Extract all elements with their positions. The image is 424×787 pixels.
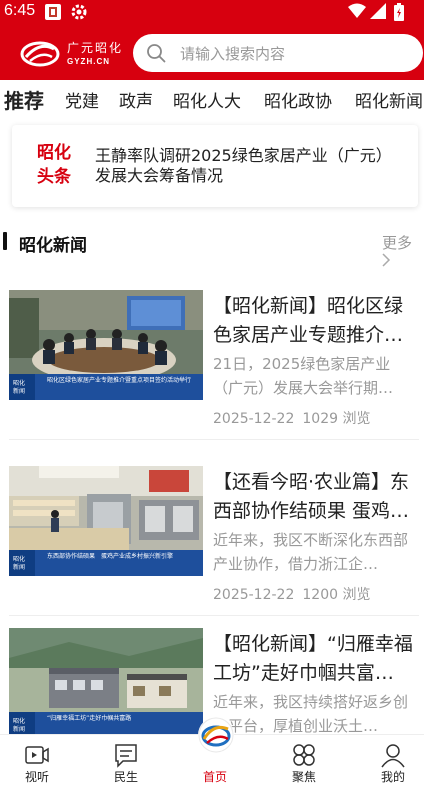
news-summary: 21日，2025绿色家居产业（广元）发展大会举行期… (213, 355, 394, 397)
tab-party-building[interactable]: 党建 (65, 87, 99, 112)
section-accent-bar (3, 232, 7, 250)
nav-label: 首页 (202, 770, 227, 784)
thumbnail-caption: 昭化区绿色家居产业专题推介暨重点项目签约活动举行 (47, 377, 192, 384)
notification-app-icon (44, 3, 62, 25)
news-date: 2025-12-22 (213, 587, 295, 603)
thumb-logo-text: 新闻 (13, 725, 25, 733)
news-views: 1029 浏览 (302, 411, 371, 427)
logo-name: 广元昭化 (67, 41, 124, 55)
nav-home[interactable]: 首页 (185, 717, 245, 787)
nav-livelihood[interactable]: 民生 (96, 735, 156, 787)
logo-domain: GYZH.CN (67, 57, 110, 66)
section-title: 昭化新闻 (19, 236, 87, 256)
tab-zhaohua-cppcc[interactable]: 昭化政协 (264, 87, 332, 112)
thumbnail-caption: “归雁幸福工坊”走好巾帼共富路 (47, 715, 132, 722)
cellular-signal-icon (370, 3, 386, 23)
news-summary: 近年来，我区持续搭好返乡创业平台，厚植创业沃土… (213, 693, 409, 735)
news-meta: 2025-12-22 1029 浏览 (213, 408, 370, 428)
news-title: 【昭化新闻】昭化区绿色家居产业专题推介… (213, 295, 404, 346)
headline-text: 王静率队调研2025绿色家居产业（广元）发展大会筹备情况 (95, 146, 392, 185)
news-date: 2025-12-22 (213, 411, 295, 427)
news-title: 【还看今昭·农业篇】东西部协作结硕果 蛋鸡… (213, 471, 410, 522)
tab-zhaohua-news[interactable]: 昭化新闻 (355, 87, 423, 112)
news-thumbnail-meeting: 昭化 新闻 昭化区绿色家居产业专题推介暨重点项目签约活动举行 (9, 290, 203, 400)
bottom-nav: 视听 民生 首页 聚焦 我的 (0, 717, 424, 787)
headline-badge: 昭化 头条 (37, 141, 73, 189)
news-divider (9, 439, 419, 440)
news-summary: 近年来，我区不断深化东西部产业协作，借力浙江企… (213, 531, 409, 573)
settings-gear-icon (70, 3, 88, 25)
video-icon (25, 746, 49, 764)
nav-focus[interactable]: 聚焦 (274, 735, 334, 787)
nav-label: 民生 (113, 770, 138, 784)
nav-label: 聚焦 (291, 770, 316, 784)
nav-label: 我的 (380, 770, 405, 784)
news-thumbnail-village: 昭化 新闻 “归雁幸福工坊”走好巾帼共富路 (9, 628, 203, 734)
wifi-icon (348, 3, 366, 23)
status-bar: 6:45 (0, 0, 424, 25)
tab-zhaohua-npc[interactable]: 昭化人大 (173, 87, 241, 112)
news-thumbnail-egg-factory: 昭化 新闻 东西部协作结硕果 蛋鸡产业成乡村振兴新引擎 (9, 466, 203, 576)
headline-card[interactable]: 昭化 头条 王静率队调研2025绿色家居产业（广元）发展大会筹备情况 (12, 125, 418, 207)
chat-icon (115, 744, 137, 768)
news-item[interactable]: 昭化 新闻 昭化区绿色家居产业专题推介暨重点项目签约活动举行 【昭化新闻】昭化区… (0, 290, 424, 466)
search-icon (147, 44, 166, 63)
app-header: 广元昭化 GYZH.CN 请输入搜索内容 (0, 25, 424, 80)
thumbnail-caption: 东西部协作结硕果 蛋鸡产业成乡村振兴新引擎 (47, 553, 174, 560)
channel-tabs: 推荐 党建 政声 昭化人大 昭化政协 昭化新闻 (0, 80, 424, 120)
thumb-logo-text: 昭化 (13, 717, 25, 725)
nav-video[interactable]: 视听 (7, 735, 67, 787)
tab-recommend[interactable]: 推荐 (4, 85, 44, 114)
news-divider (9, 615, 419, 616)
thumb-logo-text: 昭化 (13, 555, 25, 563)
user-icon (381, 744, 405, 768)
headline-badge-line2: 头条 (37, 167, 71, 187)
news-views: 1200 浏览 (302, 587, 371, 603)
chevron-right-icon (382, 253, 391, 267)
app-logo: 广元昭化 GYZH.CN (20, 37, 130, 71)
thumb-logo-text: 新闻 (13, 387, 25, 395)
news-title: 【昭化新闻】“归雁幸福工坊”走好巾帼共富… (213, 633, 413, 684)
more-label: 更多 (382, 234, 413, 252)
section-more-link[interactable]: 更多 (382, 232, 424, 271)
search-box[interactable]: 请输入搜索内容 (133, 34, 423, 72)
logo-mark-icon (20, 41, 60, 67)
tab-government-voice[interactable]: 政声 (119, 87, 153, 112)
news-item[interactable]: 昭化 新闻 东西部协作结硕果 蛋鸡产业成乡村振兴新引擎 【还看今昭·农业篇】东西… (0, 466, 424, 642)
news-meta: 2025-12-22 1200 浏览 (213, 584, 370, 604)
headline-badge-line1: 昭化 (37, 143, 71, 163)
status-time: 6:45 (4, 2, 36, 19)
battery-icon (394, 3, 404, 25)
search-placeholder: 请输入搜索内容 (180, 45, 286, 63)
nav-profile[interactable]: 我的 (363, 735, 423, 787)
thumb-logo-text: 昭化 (13, 379, 25, 387)
thumb-logo-text: 新闻 (13, 563, 25, 571)
focus-icon (293, 744, 315, 766)
nav-label: 视听 (24, 770, 49, 784)
home-logo-icon (198, 717, 234, 753)
